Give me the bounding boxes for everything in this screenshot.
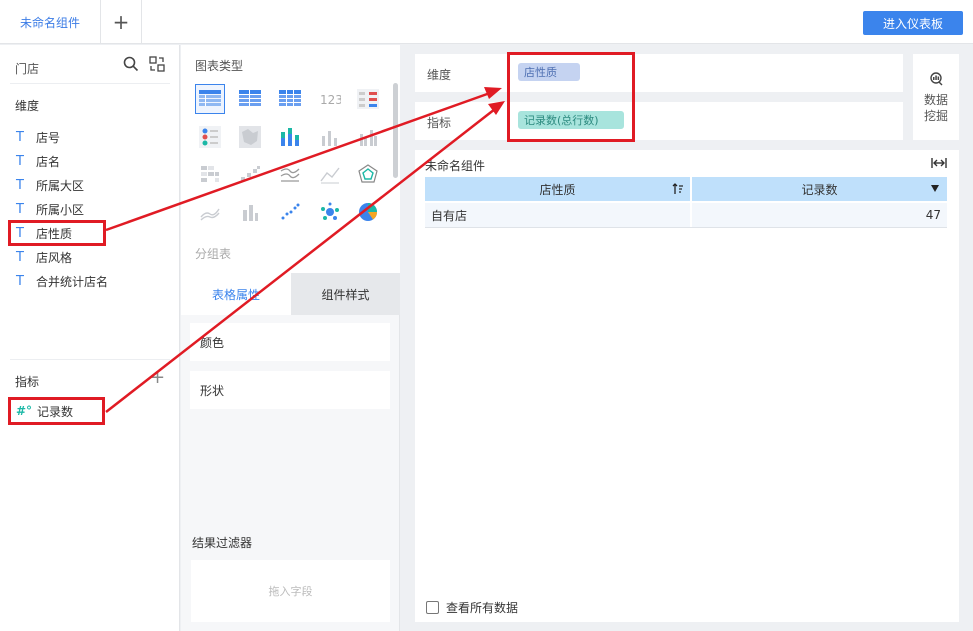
number-card-chart-icon[interactable]: 123: [315, 84, 345, 114]
chart-type-scrollbar[interactable]: [393, 83, 398, 178]
text-type-icon: T: [16, 153, 24, 169]
dimension-field-store-no[interactable]: T 店号: [16, 127, 60, 147]
text-type-icon: T: [16, 249, 24, 265]
map-chart-icon[interactable]: [235, 122, 265, 152]
annotation-box-drop-zone: [507, 52, 635, 142]
property-label: 形状: [200, 383, 225, 398]
table-cell: 47: [692, 203, 947, 227]
dimension-field-store-name[interactable]: T 店名: [16, 151, 60, 171]
text-type-icon: T: [16, 201, 24, 217]
dropdown-triangle-icon[interactable]: [931, 185, 939, 192]
step-chart-icon[interactable]: [235, 159, 265, 189]
multi-line-chart-icon[interactable]: [275, 159, 305, 189]
property-label: 颜色: [200, 335, 225, 350]
top-bar: 未命名组件 + 进入仪表板: [0, 0, 973, 44]
add-tab-button[interactable]: +: [101, 0, 142, 44]
bar-chart-icon[interactable]: [315, 122, 345, 152]
dimension-field-merged-store-name[interactable]: T 合并统计店名: [16, 271, 108, 291]
filter-drop-zone[interactable]: 拖入字段: [191, 560, 390, 622]
field-label: 店号: [36, 130, 61, 145]
dimension-field-region[interactable]: T 所属大区: [16, 175, 84, 195]
switch-dataset-icon[interactable]: [149, 56, 165, 72]
bubble-chart-icon[interactable]: [315, 197, 345, 227]
data-mining-icon: [930, 72, 943, 86]
field-label: 所属大区: [36, 178, 85, 193]
search-icon[interactable]: [123, 56, 139, 72]
field-label: 合并统计店名: [36, 274, 109, 289]
cross-table-chart-icon[interactable]: [275, 84, 305, 114]
divider: [425, 227, 947, 228]
divider: [10, 359, 170, 360]
chart-type-title: 图表类型: [195, 59, 244, 73]
dimension-section-title: 维度: [15, 99, 40, 113]
data-fields-panel: 门店 维度 T 店号 T 店名 T 所属大区 T 所属小区 T 店性质 T 店风格 T 合并统…: [0, 45, 180, 631]
table-header: 店性质 记录数: [425, 177, 947, 201]
table-row: 自有店 47: [425, 203, 947, 227]
dimension-field-subregion[interactable]: T 所属小区: [16, 199, 84, 219]
annotation-box-store-nature: [8, 220, 106, 246]
group-table-chart-icon[interactable]: [195, 84, 225, 114]
divider: [10, 83, 170, 84]
column-header-store-nature[interactable]: 店性质: [425, 177, 690, 201]
chart-settings-panel: 图表类型 123 分组表 表格属性 组件样式 颜色 形状 结果过滤器 拖入字段: [181, 45, 400, 631]
pivot-chart-icon[interactable]: [195, 122, 225, 152]
data-mining-label: 数据 挖掘: [913, 92, 959, 124]
tab-component-style[interactable]: 组件样式: [291, 273, 400, 315]
annotation-box-record-count: [8, 397, 105, 425]
chart-type-section: 图表类型 123 分组表: [181, 45, 400, 273]
grouped-bar-chart-icon[interactable]: [353, 122, 383, 152]
dimension-drop-row[interactable]: 维度 店性质: [415, 54, 903, 92]
field-label: 店风格: [36, 250, 73, 265]
dataset-name: 门店: [15, 62, 40, 76]
column-header-record-count[interactable]: 记录数: [692, 177, 947, 201]
measure-section-title: 指标: [15, 375, 40, 389]
data-mining-button[interactable]: 数据 挖掘: [913, 54, 959, 140]
expand-width-icon[interactable]: [931, 157, 947, 169]
pie-chart-icon[interactable]: [353, 197, 383, 227]
show-all-checkbox[interactable]: [426, 601, 439, 614]
column-chart-icon[interactable]: [235, 197, 265, 227]
tab-table-properties[interactable]: 表格属性: [181, 273, 291, 315]
table-cell: 自有店: [425, 203, 690, 227]
settings-tabs: 表格属性 组件样式: [181, 273, 400, 315]
component-title[interactable]: 未命名组件: [425, 157, 485, 174]
show-all-data-toggle[interactable]: 查看所有数据: [426, 599, 518, 616]
measure-drop-row[interactable]: 指标 记录数(总行数): [415, 102, 903, 140]
line-chart-icon[interactable]: [315, 159, 345, 189]
shape-property[interactable]: 形状: [190, 371, 390, 409]
field-label: 所属小区: [36, 202, 85, 217]
enter-dashboard-button[interactable]: 进入仪表板: [863, 11, 963, 35]
data-mining-label-line1: 数据: [923, 93, 948, 107]
sort-ascending-icon[interactable]: [672, 182, 684, 196]
tab-untitled-component[interactable]: 未命名组件: [0, 0, 101, 44]
measure-row-label: 指标: [427, 116, 452, 130]
detail-table-chart-icon[interactable]: [235, 84, 265, 114]
column-header-label: 店性质: [539, 182, 576, 197]
column-header-label: 记录数: [801, 182, 838, 197]
radar-chart-icon[interactable]: [353, 159, 383, 189]
area-chart-icon[interactable]: [195, 197, 225, 227]
scatter-chart-icon[interactable]: [275, 197, 305, 227]
heatmap-chart-icon[interactable]: [195, 159, 225, 189]
result-filter-title: 结果过滤器: [192, 536, 253, 550]
text-type-icon: T: [16, 273, 24, 289]
component-canvas: 未命名组件 店性质 记录数 自有店 47 查看所有数据: [415, 150, 959, 622]
text-type-icon: T: [16, 129, 24, 145]
add-measure-button[interactable]: +: [150, 367, 165, 388]
stacked-bar-chart-icon[interactable]: [275, 122, 305, 152]
show-all-label: 查看所有数据: [446, 601, 519, 615]
dimension-row-label: 维度: [427, 68, 452, 82]
svg-text:123: 123: [320, 93, 341, 107]
data-mining-label-line2: 挖掘: [923, 109, 948, 123]
color-property[interactable]: 颜色: [190, 323, 390, 361]
dimension-field-store-style[interactable]: T 店风格: [16, 247, 72, 267]
field-label: 店名: [36, 154, 61, 169]
kpi-chart-icon[interactable]: [353, 84, 383, 114]
selected-chart-type-label: 分组表: [195, 247, 232, 261]
text-type-icon: T: [16, 177, 24, 193]
